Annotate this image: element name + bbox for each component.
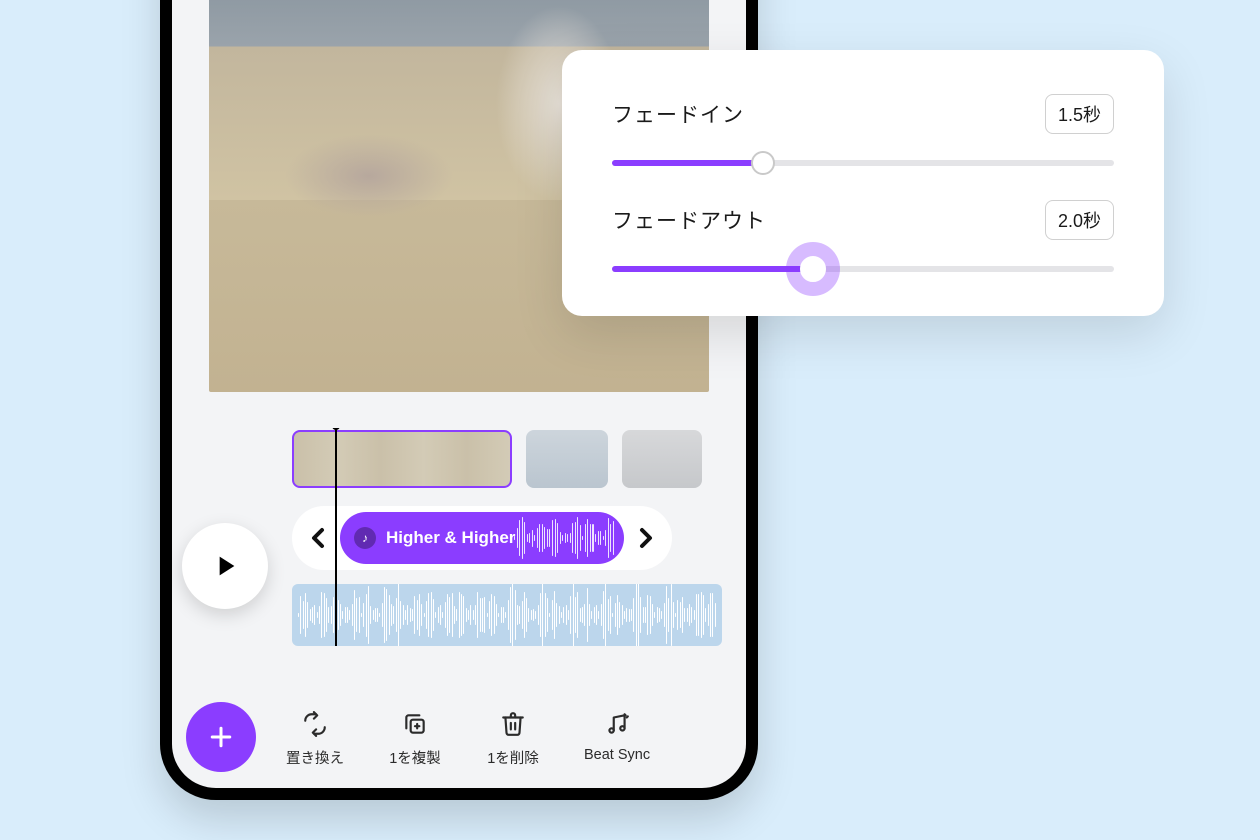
delete-button[interactable]: 1を削除 — [486, 711, 540, 768]
fade-in-control: フェードイン 1.5秒 — [612, 94, 1114, 166]
audio-track-row: ♪ Higher & Higher — [292, 506, 672, 570]
video-clip[interactable] — [622, 430, 702, 488]
beat-sync-icon — [604, 711, 630, 737]
replace-icon — [302, 711, 328, 737]
slider-thumb[interactable] — [751, 151, 775, 175]
fade-out-value[interactable]: 2.0秒 — [1045, 200, 1114, 240]
chevron-right-icon[interactable] — [630, 522, 662, 554]
music-note-icon: ♪ — [354, 527, 376, 549]
waveform-track[interactable] — [292, 584, 722, 646]
duplicate-icon — [402, 711, 428, 737]
replace-label: 置き換え — [286, 747, 344, 768]
beat-sync-button[interactable]: Beat Sync — [584, 711, 650, 763]
beat-sync-label: Beat Sync — [584, 747, 650, 763]
audio-clip-title: Higher & Higher — [386, 528, 515, 548]
replace-button[interactable]: 置き換え — [286, 711, 344, 768]
waveform-mini — [514, 518, 614, 558]
fade-in-label: フェードイン — [612, 99, 744, 129]
add-button[interactable] — [186, 702, 256, 772]
play-button[interactable] — [182, 523, 268, 609]
fade-out-slider[interactable] — [612, 266, 1114, 272]
audio-clip[interactable]: ♪ Higher & Higher — [340, 512, 624, 564]
fade-settings-popover: フェードイン 1.5秒 フェードアウト 2.0秒 — [562, 50, 1164, 316]
video-clips-row — [292, 428, 746, 490]
video-clip[interactable] — [526, 430, 608, 488]
chevron-left-icon[interactable] — [302, 522, 334, 554]
video-clip-selected[interactable] — [292, 430, 512, 488]
duplicate-label: 1を複製 — [389, 747, 441, 768]
bottom-toolbar: 置き換え 1を複製 1を削除 — [186, 702, 746, 772]
duplicate-button[interactable]: 1を複製 — [388, 711, 442, 768]
playhead[interactable] — [335, 428, 337, 646]
fade-in-slider[interactable] — [612, 160, 1114, 166]
fade-in-value[interactable]: 1.5秒 — [1045, 94, 1114, 134]
fade-out-label: フェードアウト — [612, 205, 766, 235]
trash-icon — [500, 711, 526, 737]
delete-label: 1を削除 — [487, 747, 539, 768]
timeline: ♪ Higher & Higher — [172, 428, 746, 646]
fade-out-control: フェードアウト 2.0秒 — [612, 200, 1114, 272]
slider-thumb[interactable] — [800, 256, 826, 282]
